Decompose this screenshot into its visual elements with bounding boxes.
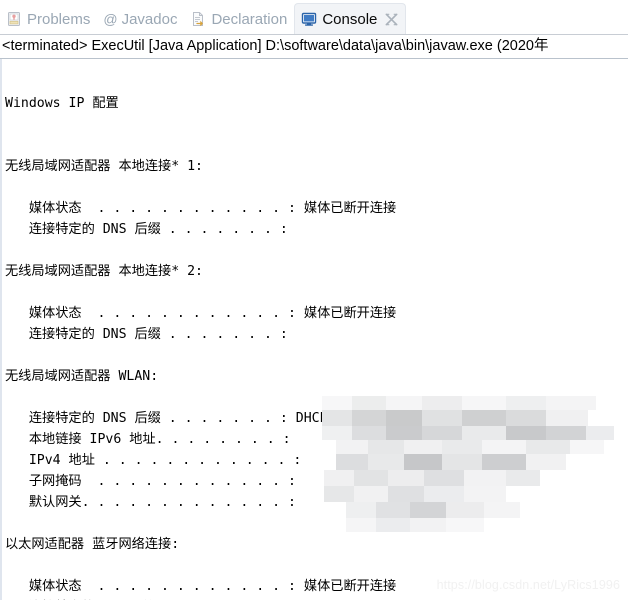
launch-configuration-line: <terminated> ExecUtil [Java Application]…: [0, 34, 628, 58]
tab-console-label: Console: [322, 10, 378, 28]
console-left-rule: [0, 59, 2, 600]
close-icon[interactable]: [385, 12, 398, 26]
console-output-panel[interactable]: Windows IP 配置 无线局域网适配器 本地连接* 1: 媒体状态 . .…: [0, 58, 628, 600]
problems-icon: [8, 12, 20, 26]
blog-watermark: https://blog.csdn.net/LyRics1996: [436, 578, 620, 592]
tab-problems-label: Problems: [27, 10, 91, 28]
tab-declaration[interactable]: Declaration: [184, 4, 294, 34]
view-tab-bar: Problems @ Javadoc Declaration Console: [0, 0, 628, 34]
declaration-icon: [193, 12, 204, 26]
tab-declaration-label: Declaration: [211, 10, 288, 28]
console-monitor-icon: [302, 12, 317, 26]
tab-javadoc[interactable]: @ Javadoc: [97, 4, 184, 34]
tab-console[interactable]: Console: [294, 3, 407, 34]
console-text-content[interactable]: Windows IP 配置 无线局域网适配器 本地连接* 1: 媒体状态 . .…: [5, 72, 628, 600]
tab-javadoc-label: Javadoc: [121, 10, 178, 28]
tab-problems[interactable]: Problems: [0, 4, 97, 34]
at-sign-icon: @: [103, 11, 118, 27]
